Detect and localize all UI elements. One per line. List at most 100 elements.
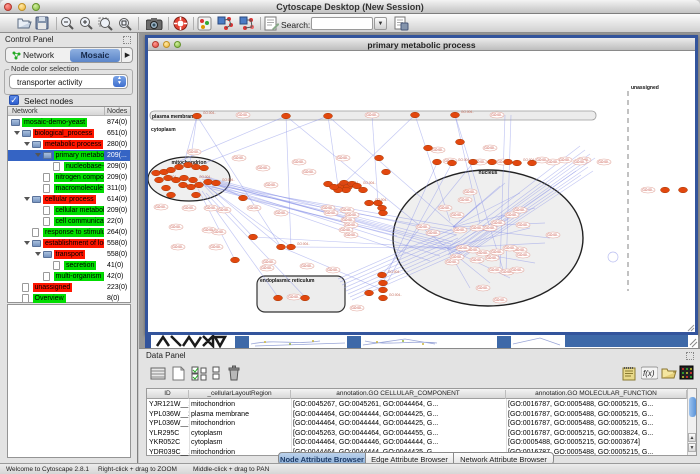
table-cell[interactable]: [GO:0016787, GO:0005488, GO:0005215, G..… (506, 410, 687, 420)
tree-row[interactable]: macromolecule metab311(0) (8, 183, 130, 194)
table-cell[interactable]: [GO:0044464, GO:0044444, GO:0044425, G..… (291, 419, 506, 429)
table-cell[interactable]: mitochondrion (189, 419, 291, 429)
tree-row-label[interactable]: transport (54, 250, 86, 259)
tree-row-label[interactable]: cellular process (43, 195, 96, 204)
tree-row-label[interactable]: secretion (64, 261, 96, 270)
column-header[interactable]: ID (147, 390, 189, 399)
gene-node[interactable] (167, 192, 176, 198)
table-cell[interactable]: [GO:0016787, GO:0005488, GO:0005215, G..… (506, 419, 687, 429)
select-attributes-icon[interactable] (191, 366, 208, 381)
gene-node[interactable] (274, 295, 283, 301)
layout-1-icon[interactable] (217, 15, 234, 31)
import-folder-icon[interactable] (660, 366, 677, 380)
tree-row[interactable]: biological_process651(0) (8, 128, 130, 139)
gene-node[interactable] (172, 177, 181, 183)
gene-node[interactable] (378, 272, 387, 278)
gene-node[interactable] (379, 295, 388, 301)
table-cell[interactable]: plasma membrane (189, 410, 291, 420)
tree-row[interactable]: transport558(0) (8, 249, 130, 260)
gene-node[interactable] (330, 184, 339, 190)
table-cell[interactable]: cytoplasm (189, 438, 291, 448)
unselect-attributes-icon[interactable] (212, 366, 222, 381)
attribute-table-icon[interactable] (150, 367, 166, 381)
gene-node[interactable] (239, 195, 248, 201)
gene-node[interactable] (249, 234, 258, 240)
gene-node[interactable] (378, 205, 387, 211)
gene-node[interactable] (382, 169, 391, 175)
tree-row-label[interactable]: macromolecule metab (54, 184, 105, 193)
node-color-dropdown[interactable]: transporter activity ▲▼ (9, 74, 128, 89)
gene-node[interactable] (661, 187, 670, 193)
gene-node[interactable] (365, 290, 374, 296)
tree-row-label[interactable]: establishment of localiz (43, 239, 104, 248)
annotation-icon[interactable] (264, 16, 279, 31)
gene-node[interactable] (528, 160, 537, 166)
network-window-titlebar[interactable]: primary metabolic process (148, 38, 695, 51)
gene-node[interactable] (192, 192, 201, 198)
search-dropdown-button[interactable]: ▼ (374, 17, 387, 30)
delete-attribute-icon[interactable] (227, 365, 241, 382)
gene-node[interactable] (448, 160, 457, 166)
gene-node[interactable] (433, 159, 442, 165)
gene-node[interactable] (411, 112, 420, 118)
table-cell[interactable]: YJR121W__1 (147, 400, 189, 410)
gene-node[interactable] (342, 187, 351, 193)
gene-node[interactable] (359, 187, 368, 193)
gene-node[interactable] (375, 155, 384, 161)
gene-node[interactable] (469, 159, 478, 165)
table-row[interactable]: YLR295Ccytoplasm[GO:0045263, GO:0044464,… (147, 429, 687, 439)
search-input[interactable] (311, 17, 373, 30)
table-cell[interactable]: [GO:0016787, GO:0005215, GO:0003824, G..… (506, 429, 687, 439)
gene-node[interactable] (187, 184, 196, 190)
table-row[interactable]: YPL036W__2plasma membrane[GO:0044464, GO… (147, 410, 687, 420)
function-icon[interactable]: f(x) (641, 366, 658, 381)
gene-node[interactable] (504, 159, 513, 165)
snapshot-icon[interactable] (146, 17, 163, 30)
table-cell[interactable]: YKR052C (147, 438, 189, 448)
expand-arrow-icon[interactable] (35, 252, 41, 256)
tree-row[interactable]: primary metabolic process209(... (8, 150, 130, 161)
expand-arrow-icon[interactable] (24, 142, 30, 146)
gene-node[interactable] (152, 170, 161, 176)
tree-row[interactable]: cellular process614(0) (8, 194, 130, 205)
table-cell[interactable]: YDR039C__1 (147, 448, 189, 458)
gene-node[interactable] (167, 167, 176, 173)
table-cell[interactable]: [GO:0045267, GO:0045261, GO:0044464, G..… (291, 400, 506, 410)
data-panel-float-icon[interactable] (686, 352, 694, 360)
column-header[interactable]: annotation.GO CELLULAR_COMPONENT (291, 390, 506, 399)
column-header[interactable]: _cellularLayoutRegion (189, 390, 291, 399)
table-cell[interactable]: [GO:0044464, GO:0044444, GO:0044425, G..… (291, 410, 506, 420)
gene-node[interactable] (365, 200, 374, 206)
tree-row[interactable]: unassigned223(0) (8, 282, 130, 293)
tree-row-label[interactable]: nucleobase-containing (64, 162, 104, 171)
gene-node[interactable] (324, 113, 333, 119)
gene-node[interactable] (277, 244, 286, 250)
scroll-down-icon[interactable]: ▼ (688, 443, 696, 452)
scrollbar-thumb[interactable] (689, 397, 696, 417)
tree-row-label[interactable]: nitrogen compound meta (54, 173, 105, 182)
gene-node[interactable] (301, 295, 310, 301)
zoom-out-icon[interactable] (60, 16, 74, 31)
table-cell[interactable]: cytoplasm (189, 429, 291, 439)
gene-node[interactable] (374, 200, 383, 206)
tree-row-label[interactable]: unassigned (33, 283, 73, 292)
expand-arrow-icon[interactable] (24, 197, 30, 201)
gene-node[interactable] (451, 112, 460, 118)
gene-node[interactable] (488, 159, 497, 165)
resize-grip-icon[interactable] (688, 325, 694, 331)
expand-arrow-icon[interactable] (35, 153, 41, 157)
gene-node[interactable] (231, 257, 240, 263)
layout-2-icon[interactable] (239, 15, 256, 31)
gene-node[interactable] (679, 187, 688, 193)
tree-row[interactable]: nitrogen compound meta209(0) (8, 172, 130, 183)
table-cell[interactable]: [GO:0016787, GO:0005488, GO:0005215, G..… (506, 400, 687, 410)
table-cell[interactable]: YPL036W__1 (147, 419, 189, 429)
network-view-window[interactable]: primary metabolic process plasma membran… (145, 35, 698, 335)
gene-node[interactable] (513, 160, 522, 166)
tree-row[interactable]: cell communication22(0) (8, 216, 130, 227)
window-titlebar[interactable]: Cytoscape Desktop (New Session) (0, 0, 700, 14)
tree-row-label[interactable]: multi-organism proces (54, 272, 105, 281)
tree-row[interactable]: establishment of localiz558(0) (8, 238, 130, 249)
table-cell[interactable]: [GO:0045263, GO:0044464, GO:0044455, G..… (291, 429, 506, 439)
zoom-selected-icon[interactable] (98, 16, 113, 31)
